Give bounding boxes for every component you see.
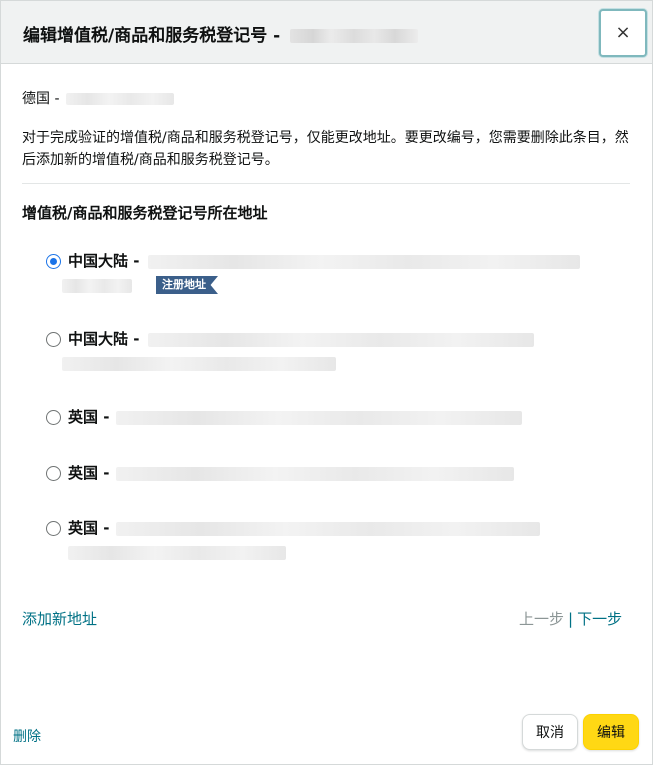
address-radio-2[interactable] [46,332,61,347]
redacted-address-line [116,411,522,425]
redacted-address-line [116,522,540,536]
modal-header: 编辑增值税/商品和服务税登记号 - × [1,1,652,64]
modal-title-text: 编辑增值税/商品和服务税登记号 - [23,26,281,46]
modal-title: 编辑增值税/商品和服务税登记号 - [23,21,419,46]
pagination-separator: | [568,610,574,628]
redacted-address-line [62,279,132,293]
edit-button[interactable]: 编辑 [583,714,639,750]
edit-vat-modal: 编辑增值税/商品和服务税登记号 - × 德国 - 对于完成验证的增值税/商品和服… [0,0,653,765]
address-radio-4[interactable] [46,466,61,481]
redacted-number [65,93,174,105]
redacted-address-line [148,333,534,347]
address-name-3: 英国 - [68,408,110,426]
country-label: 德国 - [22,91,60,107]
prev-page-link[interactable]: 上一步 [519,610,564,628]
pagination: 上一步 | 下一步 [519,608,622,629]
address-name-1: 中国大陆 - [68,252,140,270]
redacted-address-line [148,255,580,269]
address-name-2: 中国大陆 - [68,330,140,348]
close-icon[interactable]: × [615,24,630,42]
address-name-5: 英国 - [68,519,110,537]
address-radio-5[interactable] [46,521,61,536]
cancel-button[interactable]: 取消 [522,714,578,750]
next-page-link[interactable]: 下一步 [577,610,622,628]
section-title: 增值税/商品和服务税登记号所在地址 [22,204,268,222]
divider [22,183,630,184]
address-radio-1[interactable] [46,254,61,269]
address-name-4: 英国 - [68,464,110,482]
redacted-vat-number [290,29,419,43]
address-radio-3[interactable] [46,410,61,425]
add-new-address-link[interactable]: 添加新地址 [22,608,97,629]
delete-link[interactable]: 删除 [13,726,41,746]
close-button[interactable]: × [599,9,647,57]
redacted-address-line [62,357,336,371]
redacted-address-line [116,467,514,481]
redacted-address-line [68,546,286,560]
registered-address-badge: 注册地址 [156,276,218,294]
info-note: 对于完成验证的增值税/商品和服务税登记号，仅能更改地址。要更改编号，您需要删除此… [22,130,629,168]
country-line: 德国 - [22,88,174,108]
